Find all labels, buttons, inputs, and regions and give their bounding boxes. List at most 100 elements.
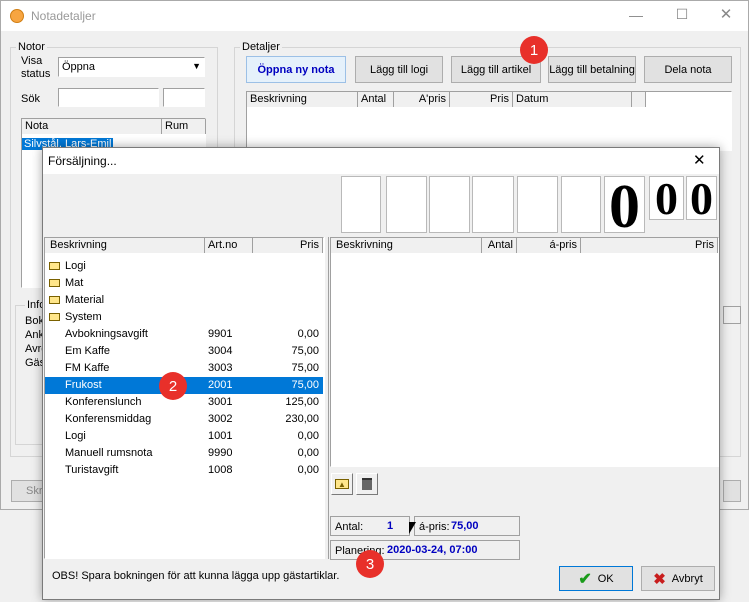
right-bottom-button[interactable] bbox=[723, 480, 741, 502]
article-header-beskrivning[interactable]: Beskrivning bbox=[45, 238, 205, 253]
article-row[interactable]: Turistavgift 1008 0,00 bbox=[45, 462, 323, 479]
save-note: OBS! Spara bokningen för att kunna lägga… bbox=[52, 570, 340, 582]
article-name: Manuell rumsnota bbox=[65, 447, 153, 459]
article-row[interactable]: Em Kaffe 3004 75,00 bbox=[45, 343, 323, 360]
article-price: 0,00 bbox=[297, 328, 319, 340]
article-price: 0,00 bbox=[297, 430, 319, 442]
article-artno: 3003 bbox=[208, 362, 233, 374]
digit-box-4 bbox=[472, 176, 514, 233]
article-name: Em Kaffe bbox=[65, 345, 111, 357]
move-folder-button[interactable]: ▲ bbox=[331, 473, 353, 495]
ok-button[interactable]: ✔ OK bbox=[559, 566, 633, 591]
status-label: status bbox=[21, 68, 51, 80]
maximize-icon[interactable]: ☐ bbox=[667, 6, 697, 24]
folder-item-mat[interactable]: Mat bbox=[49, 275, 83, 292]
detail-header-beskrivning[interactable]: Beskrivning bbox=[247, 92, 358, 107]
order-header-antal[interactable]: Antal bbox=[482, 238, 517, 253]
annotation-badge-3: 3 bbox=[356, 550, 384, 578]
folder-icon bbox=[49, 262, 60, 270]
status-select-value: Öppna bbox=[62, 61, 96, 73]
open-new-nota-button[interactable]: Öppna ny nota bbox=[246, 56, 346, 83]
apris-value: 75,00 bbox=[451, 520, 479, 532]
splitter[interactable] bbox=[324, 237, 329, 559]
folder-up-icon: ▲ bbox=[335, 479, 349, 489]
article-price: 0,00 bbox=[297, 464, 319, 476]
status-select[interactable]: Öppna ▼ bbox=[58, 57, 205, 77]
dela-nota-button[interactable]: Dela nota bbox=[644, 56, 732, 83]
nota-header[interactable]: Nota bbox=[22, 119, 162, 134]
cancel-label: Avbryt bbox=[671, 572, 703, 585]
annotation-badge-1: 1 bbox=[520, 36, 548, 64]
ok-label: OK bbox=[597, 572, 614, 585]
digit-box-5 bbox=[517, 176, 558, 233]
article-artno: 9990 bbox=[208, 447, 233, 459]
folder-item-system[interactable]: System bbox=[49, 309, 102, 326]
digit-box-6 bbox=[561, 176, 601, 233]
cancel-button[interactable]: ✖ Avbryt bbox=[641, 566, 715, 591]
article-row[interactable]: Avbokningsavgift 9901 0,00 bbox=[45, 326, 323, 343]
rum-header[interactable]: Rum bbox=[162, 119, 206, 134]
folder-item-material[interactable]: Material bbox=[49, 292, 104, 309]
window-title: Notadetaljer bbox=[31, 9, 96, 23]
detail-header-apris[interactable]: A'pris bbox=[394, 92, 450, 107]
article-name: Avbokningsavgift bbox=[65, 328, 148, 340]
article-row[interactable]: Konferensmiddag 3002 230,00 bbox=[45, 411, 323, 428]
article-row[interactable]: FM Kaffe 3003 75,00 bbox=[45, 360, 323, 377]
detail-header-pris[interactable]: Pris bbox=[450, 92, 513, 107]
trash-icon bbox=[362, 478, 372, 490]
order-header-apris[interactable]: á-pris bbox=[517, 238, 581, 253]
detail-header-datum[interactable]: Datum bbox=[513, 92, 632, 107]
detail-header-empty[interactable] bbox=[632, 92, 646, 107]
article-artno: 3002 bbox=[208, 413, 233, 425]
notor-group-label: Notor bbox=[16, 41, 47, 53]
article-name: Konferensmiddag bbox=[65, 413, 152, 425]
close-icon[interactable]: ✕ bbox=[711, 5, 741, 23]
article-artno: 1008 bbox=[208, 464, 233, 476]
article-price: 125,00 bbox=[285, 396, 319, 408]
chevron-down-icon[interactable]: ▼ bbox=[192, 61, 201, 71]
detail-side-strip bbox=[723, 306, 741, 324]
dialog-close-icon[interactable]: ✕ bbox=[693, 151, 706, 169]
order-header-pris[interactable]: Pris bbox=[581, 238, 718, 253]
article-list[interactable]: Beskrivning Art.no Pris Logi Mat Materia… bbox=[44, 237, 324, 559]
article-artno: 9901 bbox=[208, 328, 233, 340]
article-name: Konferenslunch bbox=[65, 396, 142, 408]
digit-box-2 bbox=[386, 176, 427, 233]
annotation-badge-2: 2 bbox=[159, 372, 187, 400]
sok-label: Sök bbox=[21, 93, 40, 105]
article-row[interactable]: Konferenslunch 3001 125,00 bbox=[45, 394, 323, 411]
article-price: 0,00 bbox=[297, 447, 319, 459]
antal-value: 1 bbox=[387, 520, 394, 532]
apris-field: á-pris: 75,00 bbox=[414, 516, 520, 536]
article-artno: 1001 bbox=[208, 430, 233, 442]
article-row[interactable]: Logi 1001 0,00 bbox=[45, 428, 323, 445]
folder-icon bbox=[49, 296, 60, 304]
article-price: 75,00 bbox=[291, 362, 319, 374]
folder-item-logi[interactable]: Logi bbox=[49, 258, 86, 275]
order-header-beskrivning[interactable]: Beskrivning bbox=[331, 238, 482, 253]
cancel-x-icon: ✖ bbox=[653, 570, 666, 588]
minimize-icon[interactable]: — bbox=[621, 7, 651, 25]
article-header-artno[interactable]: Art.no bbox=[205, 238, 253, 253]
article-artno: 2001 bbox=[208, 379, 233, 391]
detail-list[interactable]: Beskrivning Antal A'pris Pris Datum bbox=[246, 91, 732, 151]
add-logi-button[interactable]: Lägg till logi bbox=[355, 56, 443, 83]
search-input[interactable] bbox=[58, 88, 159, 107]
article-name: Logi bbox=[65, 430, 86, 442]
article-price: 75,00 bbox=[291, 345, 319, 357]
folder-icon bbox=[49, 279, 60, 287]
add-betalning-button[interactable]: Lägg till betalning bbox=[548, 56, 636, 83]
apris-label: á-pris: bbox=[419, 521, 450, 533]
dialog-title-bar: Försäljning... ✕ bbox=[43, 148, 719, 174]
delete-button[interactable] bbox=[356, 473, 378, 495]
article-name: Turistavgift bbox=[65, 464, 119, 476]
order-list[interactable]: Beskrivning Antal á-pris Pris bbox=[330, 237, 719, 467]
article-header-pris[interactable]: Pris bbox=[253, 238, 323, 253]
search-input-2[interactable] bbox=[163, 88, 205, 107]
checkmark-icon: ✔ bbox=[578, 570, 592, 588]
visa-label: Visa bbox=[21, 55, 43, 67]
article-row[interactable]: Manuell rumsnota 9990 0,00 bbox=[45, 445, 323, 462]
title-bar: Notadetaljer — ☐ ✕ bbox=[1, 1, 748, 31]
detail-header-antal[interactable]: Antal bbox=[358, 92, 394, 107]
digit-box-1 bbox=[341, 176, 381, 233]
